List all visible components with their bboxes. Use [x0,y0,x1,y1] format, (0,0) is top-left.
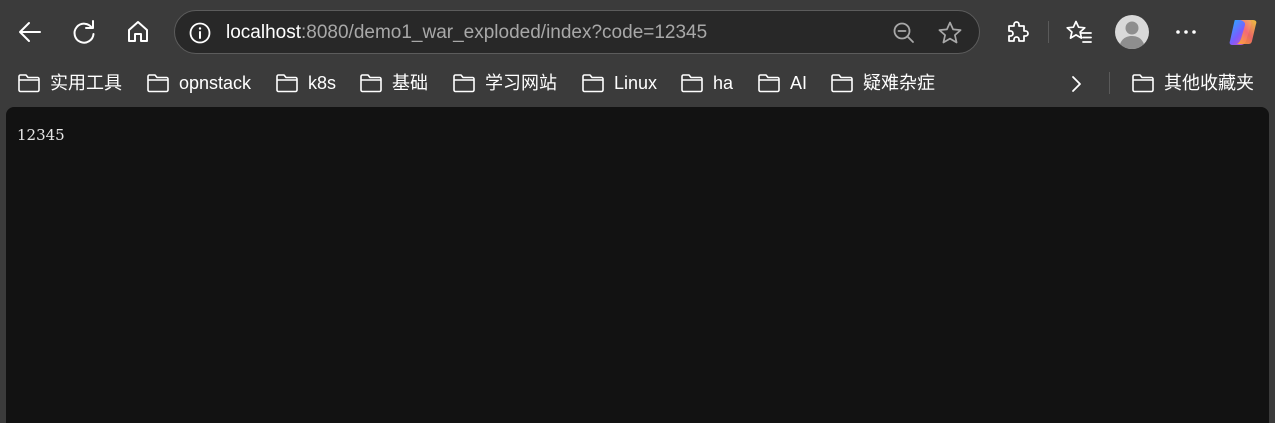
bookmark-label: 其他收藏夹 [1164,73,1254,93]
folder-icon [147,74,169,93]
bookmark-label: ha [713,73,734,93]
toolbar-divider [1048,21,1049,43]
bookmark-folder-linux[interactable]: Linux [581,69,663,97]
copilot-button[interactable] [1226,15,1260,49]
bookmark-folder-shiyong[interactable]: 实用工具 [17,69,128,97]
refresh-button[interactable] [66,14,102,50]
url-host: localhost [226,22,301,43]
url-text[interactable]: localhost:8080/demo1_war_exploded/index?… [226,21,707,45]
address-bar[interactable]: localhost:8080/demo1_war_exploded/index?… [174,10,980,54]
bookmark-label: k8s [308,73,337,93]
browser-window: localhost:8080/demo1_war_exploded/index?… [0,0,1275,423]
bookmark-folder-yinan[interactable]: 疑难杂症 [830,69,941,97]
chevron-right-icon [1072,76,1081,92]
bookmarks-bar: 实用工具 opnstack k8s 基础 学习网站 Linux ha AI 疑难… [0,64,1275,102]
site-info-button[interactable] [187,20,213,46]
bookmark-folder-ai[interactable]: AI [757,69,813,97]
page-body-text: 12345 [17,126,65,144]
page-content: 12345 [6,107,1269,423]
bookmark-folder-opnstack[interactable]: opnstack [146,69,257,97]
more-dots-icon [1176,30,1196,34]
favorites-icon [1066,20,1092,43]
bookmark-folder-xuexi[interactable]: 学习网站 [452,69,563,97]
back-button[interactable] [12,14,48,50]
add-favorite-button[interactable] [937,20,963,46]
folder-icon [681,74,703,93]
refresh-icon [73,20,95,44]
url-path: :8080/demo1_war_exploded/index?code=1234… [301,22,708,43]
bookmarks-divider [1109,72,1110,94]
bookmark-folder-k8s[interactable]: k8s [275,69,342,97]
puzzle-icon [1008,21,1029,42]
folder-icon [1132,74,1154,93]
folder-icon [360,74,382,93]
browser-toolbar: localhost:8080/demo1_war_exploded/index?… [0,0,1275,64]
copilot-icon [1229,20,1257,45]
bookmark-label: 学习网站 [485,73,557,93]
folder-icon [758,74,780,93]
profile-icon [1119,21,1145,49]
bookmark-label: 疑难杂症 [863,73,935,93]
back-arrow-icon [19,22,41,42]
other-favorites-folder[interactable]: 其他收藏夹 [1131,69,1260,97]
star-icon [938,21,962,44]
folder-icon [453,74,475,93]
extensions-button[interactable] [999,14,1035,50]
bookmark-label: opnstack [179,73,252,93]
favorites-button[interactable] [1061,14,1097,50]
zoom-out-icon [893,22,914,43]
more-bookmarks-button[interactable] [1062,71,1090,97]
folder-icon [831,74,853,93]
home-icon [128,21,148,42]
folder-icon [276,74,298,93]
bookmark-folder-ha[interactable]: ha [680,69,739,97]
more-options-button[interactable] [1168,14,1204,50]
home-button[interactable] [120,14,156,50]
folder-icon [18,74,40,93]
bookmark-label: AI [790,73,808,93]
folder-icon [582,74,604,93]
info-icon [189,22,211,44]
bookmark-folder-jichu[interactable]: 基础 [359,69,434,97]
bookmark-label: Linux [614,73,658,93]
bookmark-label: 实用工具 [50,73,122,93]
profile-avatar[interactable] [1115,15,1149,49]
zoom-button[interactable] [891,20,917,46]
bookmark-label: 基础 [392,73,428,93]
